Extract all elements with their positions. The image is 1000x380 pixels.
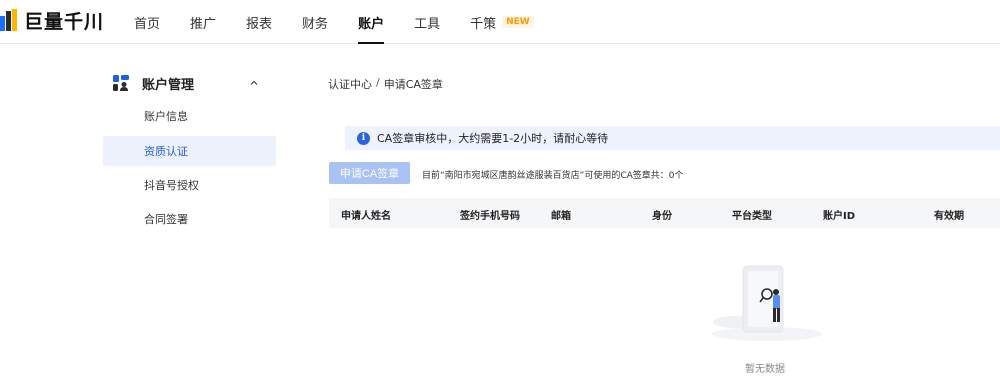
apply-ca-signature-button[interactable]: 申请CA签章 xyxy=(329,162,410,184)
nav-item-qiance[interactable]: 千策 NEW xyxy=(470,0,534,44)
info-icon: i xyxy=(357,131,370,145)
nav-item-tools[interactable]: 工具 xyxy=(414,0,440,44)
column-header-validity: 有效期 xyxy=(934,211,964,222)
column-header-applicant-name: 申请人姓名 xyxy=(341,211,391,222)
status-alert: i CA签章审核中，大约需要1-2小时，请耐心等待 xyxy=(345,126,1000,150)
sidebar-item-qualification[interactable]: 资质认证 xyxy=(103,136,276,166)
ca-signature-count-note: 目前“南阳市宛城区唐韵丝途服装百货店”可使用的CA签章共：0个 xyxy=(422,171,684,181)
brand-logo-icon xyxy=(0,9,18,31)
sidebar-item-account-info[interactable]: 账户信息 xyxy=(103,101,276,131)
main-nav: 首页 推广 报表 财务 账户 工具 千策 NEW xyxy=(134,0,564,44)
sidebar-group-account-management[interactable]: 账户管理 xyxy=(112,72,272,94)
brand-name: 巨量千川 xyxy=(24,10,105,33)
empty-illustration xyxy=(712,265,822,341)
new-badge: NEW xyxy=(502,16,534,28)
brand-logo[interactable]: 巨量千川 xyxy=(0,8,105,33)
nav-item-finance[interactable]: 财务 xyxy=(302,0,328,44)
column-header-platform-type: 平台类型 xyxy=(732,211,772,222)
column-header-identity: 身份 xyxy=(652,211,672,222)
alert-text: CA签章审核中，大约需要1-2小时，请耐心等待 xyxy=(377,132,609,145)
breadcrumb-separator: / xyxy=(376,76,380,89)
breadcrumb: 认证中心 / 申请CA签章 xyxy=(328,76,443,92)
column-header-account-id: 账户ID xyxy=(823,211,856,222)
chevron-up-icon[interactable] xyxy=(248,77,260,89)
account-icon xyxy=(113,75,129,91)
column-header-phone: 签约手机号码 xyxy=(460,211,520,222)
empty-state-text: 暂无数据 xyxy=(745,364,785,375)
column-header-email: 邮箱 xyxy=(551,211,571,222)
breadcrumb-root[interactable]: 认证中心 xyxy=(328,76,372,92)
nav-item-account[interactable]: 账户 xyxy=(358,0,385,44)
nav-item-promotion[interactable]: 推广 xyxy=(190,0,216,44)
breadcrumb-current: 申请CA签章 xyxy=(383,78,443,91)
sidebar-group-label: 账户管理 xyxy=(142,77,195,93)
sidebar-item-contract-signing[interactable]: 合同签署 xyxy=(103,204,276,234)
table-header: 申请人姓名 签约手机号码 邮箱 身份 平台类型 账户ID 有效期 xyxy=(329,198,1000,228)
top-navbar: 巨量千川 首页 推广 报表 财务 账户 工具 千策 NEW xyxy=(0,0,1000,44)
nav-item-home[interactable]: 首页 xyxy=(134,0,160,44)
nav-item-reports[interactable]: 报表 xyxy=(246,0,272,44)
sidebar-item-douyin-auth[interactable]: 抖音号授权 xyxy=(103,170,276,200)
